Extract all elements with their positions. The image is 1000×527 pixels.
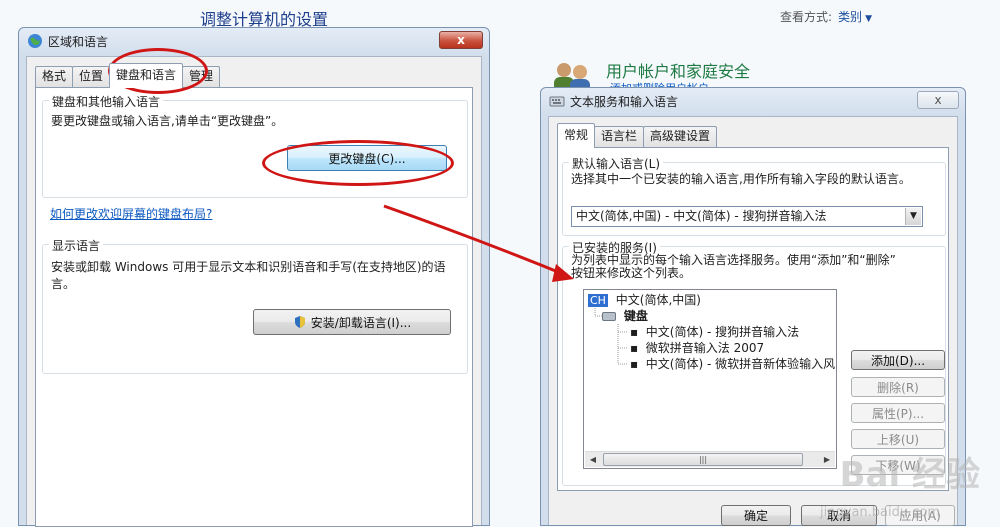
properties-button[interactable]: 属性(P)... xyxy=(851,403,945,423)
tab-advanced-key-settings[interactable]: 高级键设置 xyxy=(643,126,718,147)
chevron-down-icon[interactable]: ▼ xyxy=(865,14,872,24)
default-language-select[interactable]: 中文(简体,中国) - 中文(简体) - 搜狗拼音输入法 ▼ xyxy=(571,206,923,227)
view-mode: 查看方式: 类别 ▼ xyxy=(780,8,872,25)
scroll-right-icon[interactable]: ▶ xyxy=(819,452,835,467)
titlebar[interactable]: 区域和语言 x xyxy=(19,28,489,54)
display-language-text-line2: 言。 xyxy=(51,277,76,291)
tab-strip: 常规 语言栏 高级键设置 xyxy=(557,123,718,148)
display-language-group: 显示语言 安装或卸载 Windows 可用于显示文本和识别语音和手写(在支持地区… xyxy=(42,237,468,374)
group-legend: 默认输入语言(L) xyxy=(569,155,664,172)
close-button[interactable]: x xyxy=(917,91,959,109)
tree-service-item[interactable]: ▪ 中文(简体) - 搜狗拼音输入法 xyxy=(630,324,799,340)
tab-strip: 格式 位置 键盘和语言 管理 xyxy=(35,63,221,88)
installed-services-text-line1: 为列表中显示的每个输入语言选择服务。使用“添加”和“删除” xyxy=(571,253,896,267)
install-uninstall-languages-button[interactable]: 安装/卸载语言(I)... xyxy=(253,309,451,335)
display-language-text-line1: 安装或卸载 Windows 可用于显示文本和识别语音和手写(在支持地区)的语 xyxy=(51,260,446,274)
close-button[interactable]: x xyxy=(439,31,483,49)
horizontal-scrollbar[interactable]: ◀ ||| ▶ xyxy=(585,451,835,467)
keyboard-group: 键盘和其他输入语言 要更改键盘或输入语言,请单击“更改键盘”。 更改键盘(C).… xyxy=(42,93,468,198)
scrollbar-thumb[interactable]: ||| xyxy=(603,453,803,466)
tab-formats[interactable]: 格式 xyxy=(35,66,74,87)
ok-button[interactable]: 确定 xyxy=(721,505,791,526)
tab-language-bar[interactable]: 语言栏 xyxy=(594,126,645,147)
default-language-group: 默认输入语言(L) 选择其中一个已安装的输入语言,用作所有输入字段的默认语言。 … xyxy=(562,155,946,236)
view-mode-label: 查看方式: xyxy=(780,10,833,24)
keyboard-icon xyxy=(549,96,565,107)
region-language-window: 区域和语言 x 格式 位置 键盘和语言 管理 键盘和其他输入语言 要更改键盘或输… xyxy=(18,27,490,527)
tab-keyboards-languages[interactable]: 键盘和语言 xyxy=(109,63,184,88)
group-legend: 键盘和其他输入语言 xyxy=(49,93,164,110)
tab-administrative[interactable]: 管理 xyxy=(182,66,221,87)
chevron-down-icon[interactable]: ▼ xyxy=(905,208,921,225)
globe-icon xyxy=(28,34,42,48)
close-icon: x xyxy=(457,33,465,47)
move-up-button[interactable]: 上移(U) xyxy=(851,429,945,449)
user-accounts-link[interactable]: 用户帐户和家庭安全 xyxy=(606,58,750,82)
titlebar[interactable]: 文本服务和输入语言 x xyxy=(541,88,965,114)
default-language-text: 选择其中一个已安装的输入语言,用作所有输入字段的默认语言。 xyxy=(571,172,911,186)
add-button[interactable]: 添加(D)... xyxy=(851,350,945,370)
tree-service-item[interactable]: ▪ 中文(简体) - 微软拼音新体验输入风 xyxy=(630,356,835,372)
install-uninstall-label: 安装/卸载语言(I)... xyxy=(310,315,412,330)
default-language-value: 中文(简体,中国) - 中文(简体) - 搜狗拼音输入法 xyxy=(576,209,827,223)
scroll-left-icon[interactable]: ◀ xyxy=(585,452,601,467)
keyboard-instructions: 要更改键盘或输入语言,请单击“更改键盘”。 xyxy=(51,114,284,128)
tab-location[interactable]: 位置 xyxy=(72,66,111,87)
remove-button[interactable]: 删除(R) xyxy=(851,377,945,397)
close-icon: x xyxy=(934,93,942,107)
tab-panel: 键盘和其他输入语言 要更改键盘或输入语言,请单击“更改键盘”。 更改键盘(C).… xyxy=(35,87,473,527)
window-title: 文本服务和输入语言 xyxy=(570,94,679,109)
view-mode-selector[interactable]: 类别 xyxy=(838,10,862,24)
installed-services-tree[interactable]: CH 中文(简体,中国) 键盘 ▪ 中文(简体) - 搜狗拼音输入法 ▪ 微软拼… xyxy=(583,289,837,469)
watermark-url: jingyan.baidu.com xyxy=(820,505,940,520)
window-title: 区域和语言 xyxy=(48,34,109,49)
watermark-logo: Bai 经验 xyxy=(839,455,980,495)
tab-general[interactable]: 常规 xyxy=(557,123,596,148)
tab-panel: 默认输入语言(L) 选择其中一个已安装的输入语言,用作所有输入字段的默认语言。 … xyxy=(557,147,949,491)
welcome-keyboard-help-link[interactable]: 如何更改欢迎屏幕的键盘布局? xyxy=(50,206,212,223)
change-keyboards-button[interactable]: 更改键盘(C)... xyxy=(287,145,447,171)
shield-icon xyxy=(294,316,305,328)
installed-services-text-line2: 按钮来修改这个列表。 xyxy=(571,266,692,280)
window-client: 格式 位置 键盘和语言 管理 键盘和其他输入语言 要更改键盘或输入语言,请单击“… xyxy=(26,56,482,527)
tree-service-item[interactable]: ▪ 微软拼音输入法 2007 xyxy=(630,340,764,356)
group-legend: 显示语言 xyxy=(49,237,104,254)
